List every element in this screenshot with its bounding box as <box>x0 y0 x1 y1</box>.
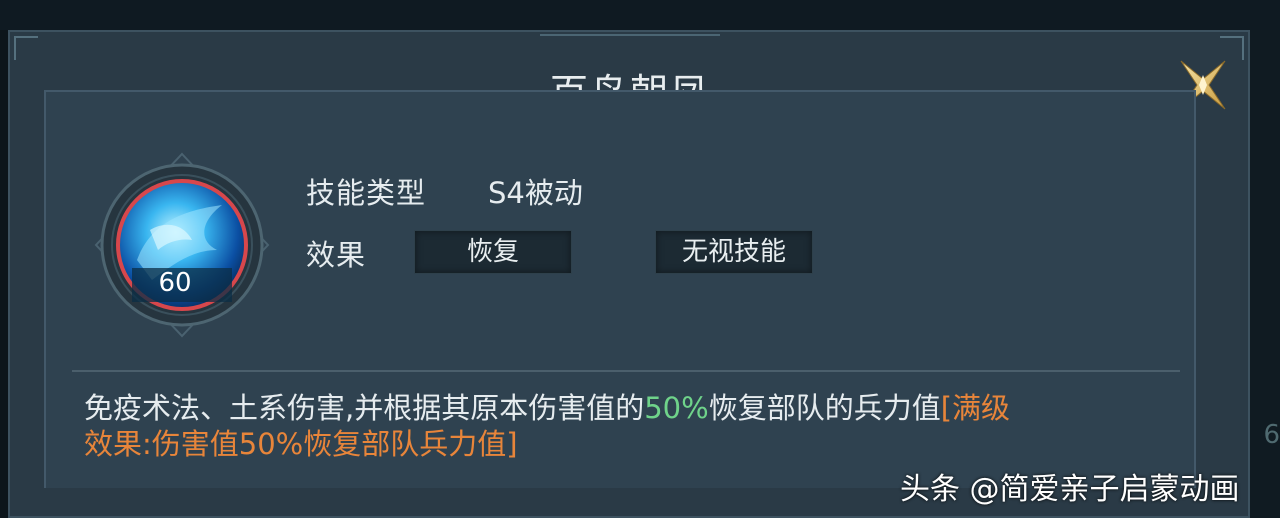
skill-type-value: S4被动 <box>488 176 583 210</box>
background-top-strip <box>0 0 1280 30</box>
description-text: 恢复部队的兵力值 <box>708 391 941 425</box>
effect-label: 效果 <box>306 238 367 272</box>
title-ornament <box>540 34 720 46</box>
effect-tag: 恢复 <box>414 230 572 274</box>
full-level-effect: [满级 <box>940 391 1011 425</box>
skill-icon-frame <box>94 152 270 338</box>
background-left-edge <box>0 30 8 518</box>
highlight-value: 50% <box>644 391 709 425</box>
background-partial-number: 6 <box>1263 420 1280 450</box>
divider <box>72 370 1180 372</box>
skill-type-label: 技能类型 <box>306 176 427 210</box>
skill-description: 免疫术法、土系伤害,并根据其原本伤害值的50%恢复部队的兵力值[满级效果:伤害值… <box>84 390 1164 462</box>
watermark: 头条 @简爱亲子启蒙动画 <box>900 472 1240 507</box>
description-text: 免疫术法、土系伤害,并根据其原本伤害值的 <box>84 391 645 425</box>
skill-level: 60 <box>158 268 192 298</box>
full-level-effect: 效果:伤害值50%恢复部队兵力值] <box>84 427 518 461</box>
effect-tag: 无视技能 <box>655 230 813 274</box>
